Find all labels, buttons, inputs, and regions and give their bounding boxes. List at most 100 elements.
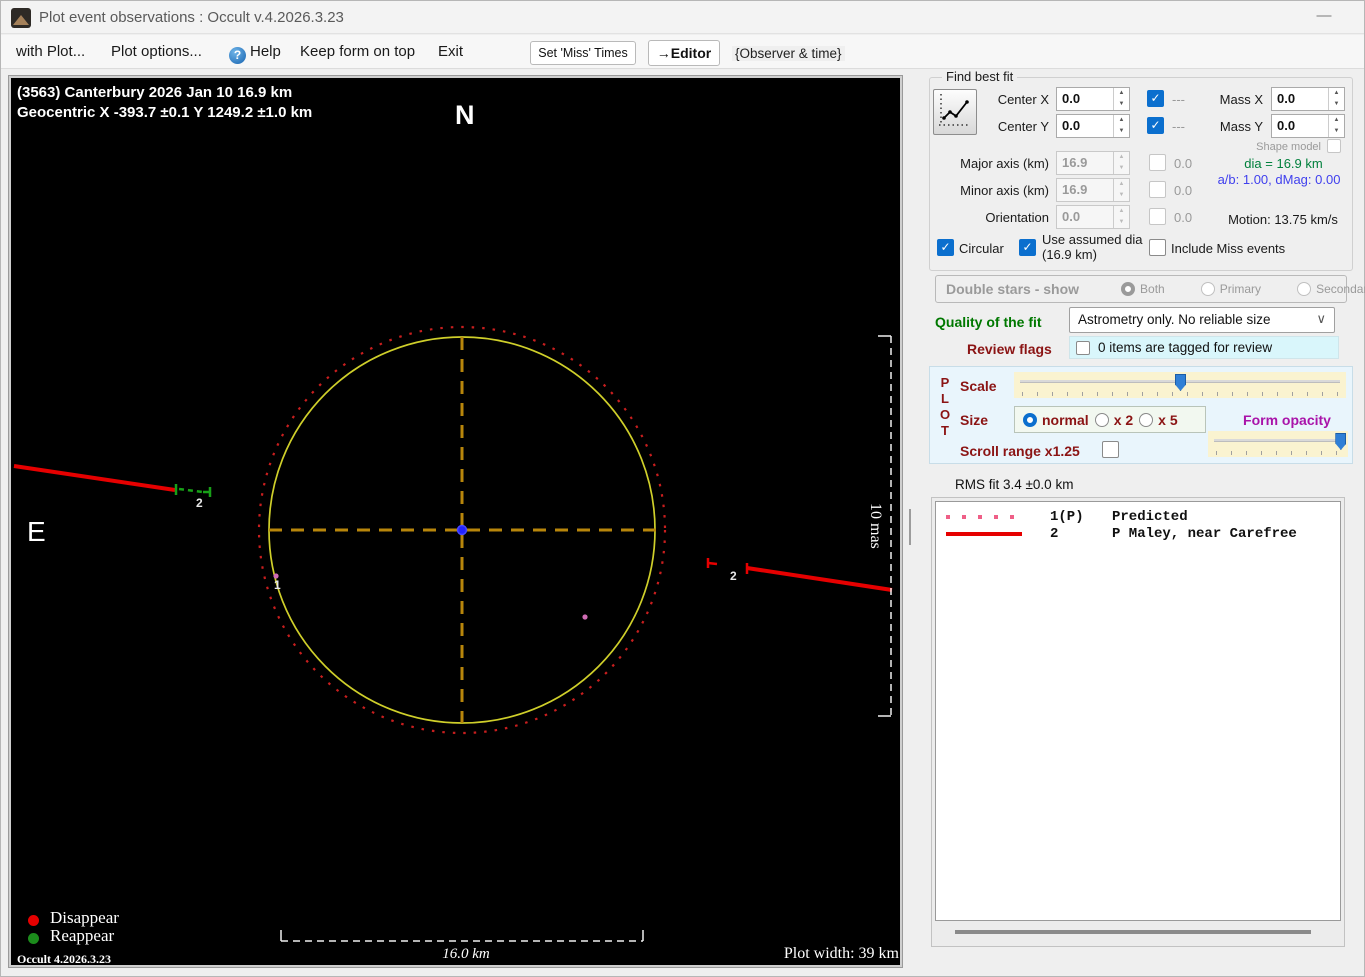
scale-slider[interactable]: [1014, 372, 1346, 398]
size-option-x2[interactable]: x 2: [1094, 412, 1133, 428]
find-best-fit-label: Find best fit: [942, 69, 1018, 84]
menu-plot-options[interactable]: Plot options...: [111, 43, 202, 60]
plot-controls-panel: P L O T Scale Size normal x 2 x 5 Form o…: [929, 366, 1353, 464]
center-y-flag: ---: [1172, 119, 1185, 134]
use-assumed-checkbox[interactable]: ✓: [1019, 239, 1036, 256]
observer-time-label: {Observer & time}: [732, 46, 845, 61]
quality-fit-combo[interactable]: Astrometry only. No reliable size ∨: [1069, 307, 1335, 333]
legend-row-predicted[interactable]: 1(P) Predicted: [936, 508, 1340, 525]
plot-title-line2: Geocentric X -393.7 ±0.1 Y 1249.2 ±1.0 k…: [17, 104, 313, 121]
form-opacity-label: Form opacity: [1243, 412, 1331, 428]
shape-model-label: Shape model: [1256, 141, 1321, 153]
legend-panel: 1(P) Predicted 2 P Maley, near Carefree: [931, 497, 1345, 947]
center-x-flag: ---: [1172, 92, 1185, 107]
use-assumed-label: Use assumed dia (16.9 km): [1042, 232, 1143, 262]
center-y-checkbox[interactable]: ✓: [1147, 117, 1164, 134]
minor-axis-label: Minor axis (km): [960, 183, 1049, 198]
chord-2-east: [746, 566, 893, 592]
menu-exit[interactable]: Exit: [438, 43, 463, 60]
circular-label: Circular: [959, 241, 1004, 256]
form-opacity-thumb[interactable]: [1335, 433, 1347, 450]
include-miss-label: Include Miss events: [1171, 241, 1286, 256]
center-y-spinner[interactable]: 0.0 ▲ ▼: [1056, 114, 1130, 138]
review-flags-text: 0 items are tagged for review: [1098, 340, 1273, 355]
control-panel: Find best fit Center X 0.0 ▲ ▼ ✓ --- Mass…: [921, 69, 1365, 974]
mass-y-spinner[interactable]: 0.0 ▲ ▼: [1271, 114, 1345, 138]
minor-axis-spinner: 16.9 ▲ ▼: [1056, 178, 1130, 202]
major-axis-err: 0.0: [1174, 156, 1193, 171]
quality-fit-value: Astrometry only. No reliable size: [1078, 312, 1271, 327]
double-stars-label: Double stars - show: [946, 281, 1080, 297]
menu-help[interactable]: ? Help: [229, 43, 281, 64]
include-miss-checkbox[interactable]: [1149, 239, 1166, 256]
spin-up-icon[interactable]: ▲: [1114, 88, 1129, 99]
chord-2-west: [13, 464, 176, 492]
title-bar[interactable]: Plot event observations : Occult v.4.202…: [1, 1, 1364, 34]
plot-width-label: Plot width: 39 km: [783, 945, 899, 962]
radio-primary-icon: [1200, 282, 1215, 296]
radio-x5-icon: [1139, 412, 1154, 427]
km-scale-label: 16.0 km: [442, 946, 490, 962]
spin-down-icon[interactable]: ▼: [1114, 99, 1129, 110]
editor-button[interactable]: →Editor: [648, 40, 720, 66]
mass-x-spinner[interactable]: 0.0 ▲ ▼: [1271, 87, 1345, 111]
radio-normal-icon: [1023, 412, 1037, 427]
center-y-label: Center Y: [997, 119, 1049, 134]
plot-canvas[interactable]: (3563) Canterbury 2026 Jan 10 16.9 km Ge…: [8, 75, 903, 968]
chord-1-number: 1: [274, 578, 281, 592]
size-option-x5[interactable]: x 5: [1139, 412, 1178, 428]
scroll-range-checkbox[interactable]: [1102, 441, 1119, 458]
orientation-checkbox[interactable]: [1149, 208, 1166, 225]
reappear-label: Reappear: [50, 926, 115, 945]
minor-axis-checkbox[interactable]: [1149, 181, 1166, 198]
set-miss-times-button[interactable]: Set 'Miss' Times: [530, 41, 636, 65]
mas-scale-label: 10 mas: [867, 503, 884, 549]
size-label: Size: [960, 412, 989, 428]
legend-listbox[interactable]: 1(P) Predicted 2 P Maley, near Carefree: [935, 501, 1341, 921]
legend-row-observer[interactable]: 2 P Maley, near Carefree: [936, 525, 1340, 542]
chevron-down-icon: ∨: [1316, 311, 1326, 326]
menu-keep-on-top[interactable]: Keep form on top: [300, 43, 415, 60]
size-option-normal[interactable]: normal: [1023, 412, 1089, 428]
center-x-label: Center X: [997, 92, 1049, 107]
predicted-line-sample: [946, 514, 1022, 519]
app-window: Plot event observations : Occult v.4.202…: [0, 0, 1365, 977]
menu-with-plot[interactable]: with Plot...: [16, 43, 85, 60]
minimize-button[interactable]: —: [1309, 7, 1339, 29]
size-radio-group: normal x 2 x 5: [1014, 406, 1206, 433]
circular-checkbox[interactable]: ✓: [937, 239, 954, 256]
observer-line-sample: [946, 531, 1022, 536]
radio-both-icon: [1121, 282, 1136, 296]
app-icon: [11, 8, 31, 28]
review-flags-box: 0 items are tagged for review: [1069, 336, 1339, 359]
scale-slider-thumb[interactable]: [1175, 374, 1187, 391]
center-x-checkbox[interactable]: ✓: [1147, 90, 1164, 107]
minor-axis-err: 0.0: [1174, 183, 1193, 198]
help-icon: ?: [229, 47, 246, 64]
review-flags-label: Review flags: [967, 341, 1052, 357]
menu-help-label: Help: [250, 43, 281, 60]
major-axis-label: Major axis (km): [960, 156, 1049, 171]
disappear-dot-icon: [28, 915, 39, 926]
orientation-label: Orientation: [985, 210, 1049, 225]
event-dot-2: [582, 614, 588, 620]
double-stars-option-secondary[interactable]: Secondary: [1297, 282, 1365, 296]
rms-fit-label: RMS fit 3.4 ±0.0 km: [955, 477, 1074, 492]
double-stars-option-primary[interactable]: Primary: [1200, 282, 1261, 296]
review-flags-checkbox[interactable]: [1076, 341, 1090, 355]
plot-drawing: [13, 325, 893, 942]
fit-chart-button[interactable]: [933, 89, 977, 135]
form-opacity-slider[interactable]: [1208, 431, 1348, 457]
ab-dmag-text: a/b: 1.00, dMag: 0.00: [1217, 172, 1341, 187]
disappear-arrow: [707, 561, 718, 566]
shape-model-checkbox[interactable]: [1327, 139, 1341, 153]
legend-hscrollbar[interactable]: [935, 924, 1341, 942]
scale-label: Scale: [960, 378, 997, 394]
double-stars-option-both[interactable]: Both: [1121, 282, 1165, 296]
center-x-spinner[interactable]: 0.0 ▲ ▼: [1056, 87, 1130, 111]
chord-2-east-number: 2: [730, 569, 737, 583]
mass-y-label: Mass Y: [1219, 119, 1263, 134]
major-axis-checkbox[interactable]: [1149, 154, 1166, 171]
splitter-handle[interactable]: [909, 509, 911, 545]
legend-hscrollbar-thumb[interactable]: [955, 930, 1311, 934]
